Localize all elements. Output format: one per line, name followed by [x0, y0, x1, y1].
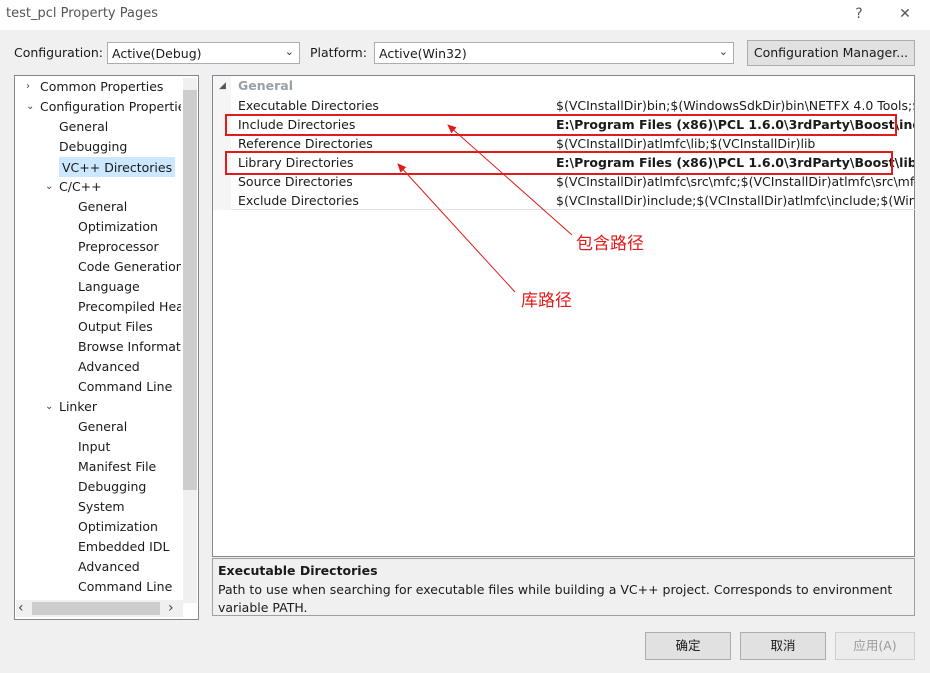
apply-button[interactable]: 应用(A)	[835, 632, 915, 660]
description-text: Path to use when searching for executabl…	[218, 582, 893, 615]
ok-button[interactable]: 确定	[645, 632, 731, 660]
cancel-button[interactable]: 取消	[740, 632, 826, 660]
library-annotation: 库路径	[521, 291, 572, 311]
description-title: Executable Directories	[218, 563, 378, 578]
library-arrow	[397, 163, 516, 293]
include-annotation: 包含路径	[576, 234, 644, 254]
include-arrow	[447, 124, 573, 236]
